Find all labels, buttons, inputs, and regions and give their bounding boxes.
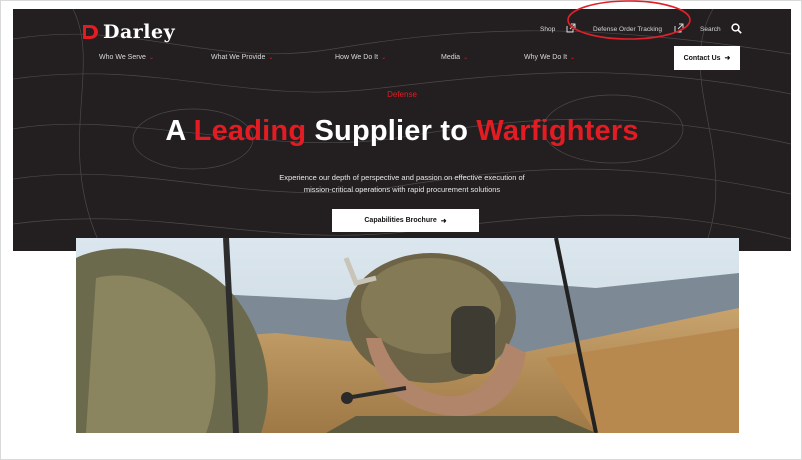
capabilities-brochure-button[interactable]: Capabilities Brochure ➜ — [332, 209, 479, 232]
section-eyebrow: Defense — [387, 90, 417, 99]
nav-label: What We Provide — [211, 54, 266, 61]
hero-headline: A Leading Supplier to Warfighters — [13, 115, 791, 148]
nav-label: Why We Do It — [524, 54, 568, 61]
contact-us-button[interactable]: Contact Us ➜ — [674, 46, 740, 70]
brochure-label: Capabilities Brochure — [364, 217, 437, 224]
page-frame: Darley Shop Defense Order Tracking Searc… — [0, 0, 802, 460]
headline-accent: Leading — [193, 115, 307, 147]
chevron-down-icon: ⌄ — [268, 55, 274, 61]
chevron-down-icon: ⌄ — [148, 55, 154, 61]
arrow-right-icon: ➜ — [724, 55, 731, 62]
search-link[interactable]: Search — [700, 26, 721, 33]
nav-why-we-do-it[interactable]: Why We Do It ⌄ — [524, 54, 575, 61]
soldiers-hero-photo — [76, 238, 739, 433]
shop-link[interactable]: Shop — [540, 26, 555, 33]
hero-section: Darley Shop Defense Order Tracking Searc… — [13, 9, 791, 251]
darley-shield-icon — [83, 25, 98, 39]
chevron-down-icon: ⌄ — [463, 55, 469, 61]
annotation-circle — [567, 0, 691, 40]
subtext-line: mission-critical operations with rapid p… — [303, 185, 501, 194]
logo-text: Darley — [103, 21, 176, 43]
nav-how-we-do-it[interactable]: How We Do It ⌄ — [335, 54, 386, 61]
headline-text: Supplier to — [314, 115, 469, 147]
nav-label: Who We Serve — [99, 54, 146, 61]
nav-who-we-serve[interactable]: Who We Serve ⌄ — [99, 54, 154, 61]
nav-label: How We Do It — [335, 54, 379, 61]
contact-us-label: Contact Us — [683, 54, 721, 62]
nav-media[interactable]: Media ⌄ — [441, 54, 468, 61]
nav-label: Media — [441, 54, 461, 61]
chevron-down-icon: ⌄ — [570, 55, 576, 61]
headline-accent: Warfighters — [476, 115, 639, 147]
arrow-right-icon: ➜ — [440, 217, 447, 225]
chevron-down-icon: ⌄ — [381, 55, 387, 61]
hero-subtext: Experience our depth of perspective and … — [13, 172, 791, 196]
subtext-line: Experience our depth of perspective and … — [279, 173, 525, 182]
search-icon[interactable] — [731, 23, 742, 34]
nav-what-we-provide[interactable]: What We Provide ⌄ — [211, 54, 273, 61]
darley-logo[interactable]: Darley — [81, 19, 175, 45]
headline-text: A — [165, 115, 186, 147]
